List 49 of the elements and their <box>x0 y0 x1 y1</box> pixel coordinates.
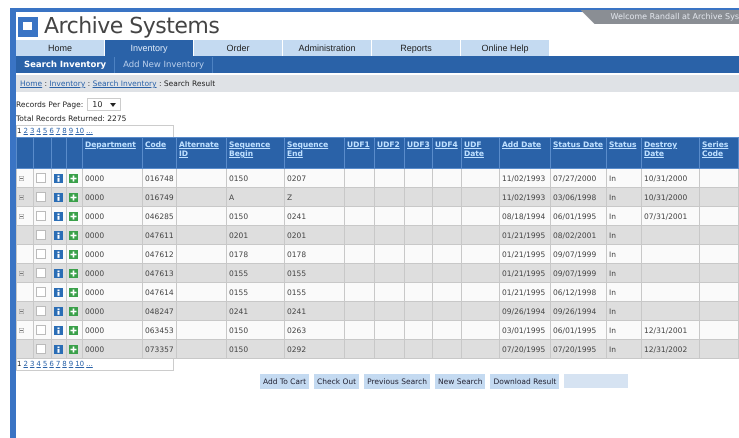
expand-icon[interactable] <box>19 214 24 218</box>
row-checkbox[interactable] <box>36 173 46 183</box>
app-title: Archive Systems <box>44 14 220 39</box>
row-checkbox[interactable] <box>36 192 46 202</box>
row-checkbox[interactable] <box>36 211 46 221</box>
nav-tab[interactable]: Online Help <box>461 40 549 56</box>
records-per-page-dropdown[interactable]: 10 <box>87 98 122 111</box>
info-icon[interactable] <box>54 230 63 240</box>
info-icon[interactable] <box>54 306 63 316</box>
add-icon[interactable] <box>69 174 78 182</box>
logo-icon <box>18 16 38 36</box>
add-icon[interactable] <box>69 268 78 278</box>
row-checkbox[interactable] <box>36 230 46 240</box>
add-icon[interactable] <box>69 306 78 316</box>
add-icon[interactable] <box>69 344 78 354</box>
info-icon[interactable] <box>54 268 63 278</box>
sub-tab[interactable]: Search Inventory <box>16 57 116 73</box>
add-icon[interactable] <box>69 212 78 220</box>
add-icon[interactable] <box>69 250 78 258</box>
nav-tab[interactable]: Reports <box>372 40 460 56</box>
nav-tab[interactable]: Home <box>16 40 104 56</box>
add-icon[interactable] <box>69 288 78 296</box>
caret-icon <box>110 102 116 106</box>
nav-tab[interactable]: Order <box>194 40 282 56</box>
expand-icon[interactable] <box>19 176 24 180</box>
info-icon[interactable] <box>54 326 63 334</box>
row-checkbox[interactable] <box>36 268 46 278</box>
info-icon[interactable] <box>54 174 63 182</box>
info-icon[interactable] <box>54 288 63 296</box>
expand-icon[interactable] <box>19 308 24 314</box>
add-icon[interactable] <box>69 326 78 334</box>
info-icon[interactable] <box>54 212 63 220</box>
row-checkbox[interactable] <box>36 306 46 316</box>
sub-tab[interactable]: Add New Inventory <box>115 57 214 73</box>
welcome-banner: Welcome Randall at Archive Sys <box>580 10 739 24</box>
add-icon[interactable] <box>69 230 78 240</box>
nav-tab[interactable]: Administration <box>283 40 371 56</box>
row-checkbox[interactable] <box>36 249 46 259</box>
expand-icon[interactable] <box>19 194 24 200</box>
row-checkbox[interactable] <box>36 325 46 335</box>
nav-tab[interactable]: Inventory <box>105 40 193 56</box>
add-icon[interactable] <box>69 192 78 202</box>
info-icon[interactable] <box>54 250 63 258</box>
expand-icon[interactable] <box>19 270 24 276</box>
info-icon[interactable] <box>54 192 63 202</box>
expand-icon[interactable] <box>19 328 24 332</box>
row-checkbox[interactable] <box>36 344 46 354</box>
info-icon[interactable] <box>54 344 63 354</box>
row-checkbox[interactable] <box>36 287 46 297</box>
